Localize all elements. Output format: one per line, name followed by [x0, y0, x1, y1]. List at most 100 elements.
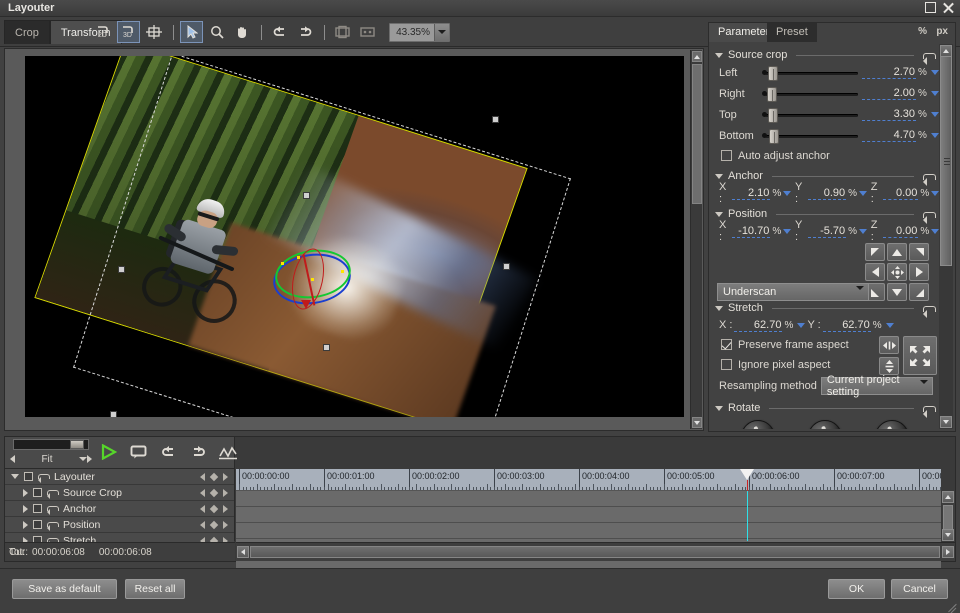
keyframe-icon[interactable]	[47, 520, 58, 530]
timeline-vertical-scrollbar[interactable]	[942, 491, 955, 541]
reset-all-button[interactable]: Reset all	[125, 579, 185, 599]
anchor-x-spinner-icon[interactable]	[783, 191, 791, 196]
selection-handle[interactable]	[323, 344, 330, 351]
selection-handle[interactable]	[118, 266, 125, 273]
timeline-zoom-thumb[interactable]	[70, 440, 84, 449]
playhead-marker-icon[interactable]	[740, 469, 754, 480]
stretch-x-spinner-icon[interactable]	[797, 323, 805, 328]
zoom-icon[interactable]	[205, 21, 228, 43]
collapse-triangle-icon[interactable]	[715, 53, 723, 58]
collapse-triangle-icon[interactable]	[715, 306, 723, 311]
resize-grip-icon[interactable]	[945, 599, 957, 611]
preview-canvas[interactable]	[25, 56, 684, 417]
3d-view-icon[interactable]: 3D	[117, 21, 140, 43]
tab-crop[interactable]: Crop	[4, 20, 50, 44]
timeline-scrollbar-thumb[interactable]	[943, 505, 953, 531]
selection-handle[interactable]	[110, 411, 117, 417]
auto-adjust-anchor-checkbox[interactable]	[721, 150, 732, 161]
spinner-bottom-icon[interactable]	[931, 133, 939, 138]
reset-icon[interactable]	[923, 50, 935, 61]
next-keyframe-icon[interactable]	[223, 521, 228, 529]
select-arrow-icon[interactable]	[180, 21, 203, 43]
add-keyframe-icon[interactable]	[210, 520, 218, 528]
align-top-right-button[interactable]	[909, 243, 929, 261]
timeline-track-row[interactable]	[236, 491, 941, 507]
layer-image[interactable]	[36, 56, 527, 417]
expand-triangle-icon[interactable]	[23, 489, 28, 497]
scrollbar-thumb[interactable]	[692, 64, 702, 204]
timeline-fit-selector[interactable]: Fit	[10, 452, 92, 466]
stretch-horizontal-button[interactable]	[879, 336, 899, 354]
tree-row-anchor[interactable]: Anchor	[5, 501, 234, 517]
anchor-z-value[interactable]: 0.00	[883, 187, 918, 200]
stretch-x-value[interactable]: 62.70	[734, 319, 782, 332]
preserve-frame-aspect-checkbox[interactable]	[721, 339, 732, 350]
prev-keyframe-icon[interactable]	[200, 489, 205, 497]
anchor-y-value[interactable]: 0.90	[808, 187, 847, 200]
align-top-left-button[interactable]	[865, 243, 885, 261]
tree-row-source-crop[interactable]: Source Crop	[5, 485, 234, 501]
playhead[interactable]	[747, 491, 748, 541]
rotate-y-knob[interactable]	[808, 420, 842, 429]
fit-frame-icon[interactable]	[331, 21, 354, 43]
scroll-up-arrow-icon[interactable]	[692, 51, 702, 62]
anchor-z-spinner-icon[interactable]	[931, 191, 939, 196]
position-z-value[interactable]: 0.00	[883, 225, 918, 238]
spinner-right-icon[interactable]	[931, 91, 939, 96]
selection-handle[interactable]	[503, 263, 510, 270]
position-x-spinner-icon[interactable]	[783, 229, 791, 234]
unit-percent-toggle[interactable]: %	[918, 26, 927, 37]
panel-scroll-down-icon[interactable]	[940, 416, 952, 428]
reset-icon[interactable]	[923, 171, 935, 182]
rotate-z-knob[interactable]	[875, 420, 909, 429]
scan-mode-dropdown[interactable]: Underscan	[717, 283, 869, 301]
position-z-spinner-icon[interactable]	[931, 229, 939, 234]
timeline-track-row[interactable]	[236, 523, 941, 539]
rotate-x-knob[interactable]	[741, 420, 775, 429]
fit-width-icon[interactable]	[356, 21, 379, 43]
collapse-triangle-icon[interactable]	[715, 212, 723, 217]
panel-scrollbar-thumb[interactable]	[940, 56, 952, 266]
unit-px-toggle[interactable]: px	[936, 26, 948, 37]
resampling-method-dropdown[interactable]: Current project setting	[821, 377, 933, 395]
collapse-triangle-icon[interactable]	[715, 174, 723, 179]
track-enable-checkbox[interactable]	[33, 504, 42, 513]
timeline-ruler[interactable]: 00:00:00:00 00:00:01:00 00:00:02:00 00:0…	[236, 469, 941, 491]
value-top[interactable]: 3.30	[862, 108, 916, 121]
position-x-value[interactable]: -10.70	[732, 225, 771, 238]
value-bottom[interactable]: 4.70	[862, 129, 916, 142]
maximize-icon[interactable]	[925, 2, 936, 13]
expand-triangle-icon[interactable]	[11, 474, 19, 479]
align-center-button[interactable]	[887, 263, 907, 281]
timeline-tracks[interactable]	[236, 491, 941, 541]
timeline-scroll-right-icon[interactable]	[942, 546, 954, 558]
slider-bottom[interactable]	[765, 128, 858, 144]
undo-button[interactable]	[157, 441, 179, 463]
slider-right[interactable]	[765, 86, 858, 102]
slider-top[interactable]	[765, 107, 858, 123]
selection-handle[interactable]	[303, 192, 310, 199]
tree-row-position[interactable]: Position	[5, 517, 234, 533]
close-icon[interactable]	[943, 2, 954, 13]
prev-keyframe-icon[interactable]	[200, 521, 205, 529]
align-left-button[interactable]	[865, 263, 885, 281]
align-bottom-button[interactable]	[887, 283, 907, 301]
tab-preset[interactable]: Preset	[767, 23, 817, 42]
fit-next-arrow-icon[interactable]	[87, 455, 92, 463]
panel-vertical-scrollbar[interactable]	[939, 44, 953, 429]
add-keyframe-icon[interactable]	[210, 488, 218, 496]
track-enable-checkbox[interactable]	[33, 520, 42, 529]
timeline-track-row[interactable]	[236, 507, 941, 523]
expand-triangle-icon[interactable]	[23, 505, 28, 513]
tree-row-layouter[interactable]: Layouter	[5, 469, 234, 485]
position-y-spinner-icon[interactable]	[859, 229, 867, 234]
next-keyframe-icon[interactable]	[223, 489, 228, 497]
add-keyframe-icon[interactable]	[210, 504, 218, 512]
track-enable-checkbox[interactable]	[24, 472, 33, 481]
ok-button[interactable]: OK	[828, 579, 885, 599]
anchor-y-spinner-icon[interactable]	[859, 191, 867, 196]
position-y-value[interactable]: -5.70	[808, 225, 847, 238]
expand-triangle-icon[interactable]	[23, 521, 28, 529]
2d-view-icon[interactable]: 2D	[92, 21, 115, 43]
spinner-left-icon[interactable]	[931, 70, 939, 75]
